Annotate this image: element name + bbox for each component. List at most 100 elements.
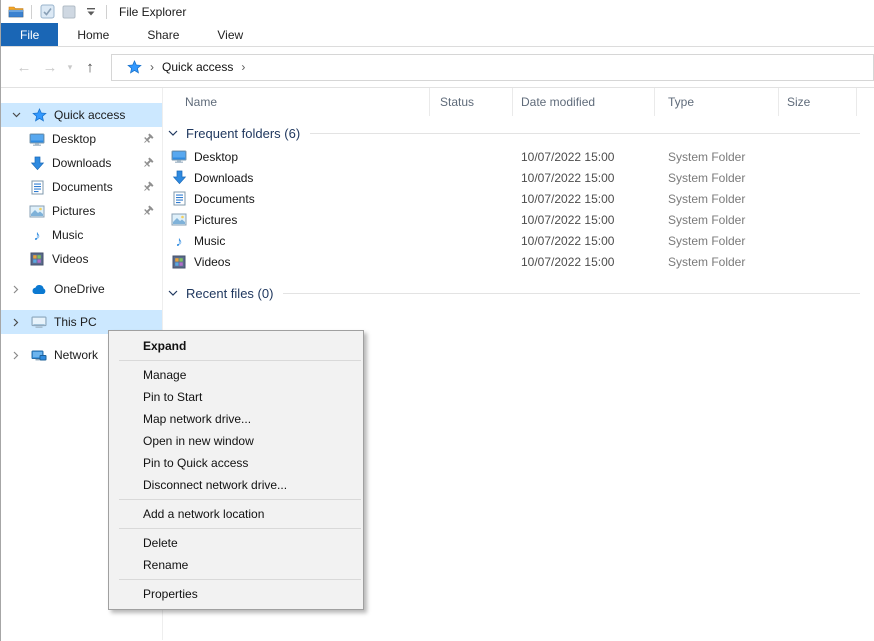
sidebar-item-videos[interactable]: Videos (1, 247, 162, 271)
chevron-down-icon[interactable] (168, 127, 180, 139)
qat-properties-icon[interactable] (38, 4, 56, 20)
sidebar-item-music[interactable]: ♪ Music (1, 223, 162, 247)
file-date-modified: 10/07/2022 15:00 (513, 192, 655, 206)
tab-home[interactable]: Home (58, 23, 128, 46)
menu-item-pin-to-quick-access[interactable]: Pin to Quick access (109, 452, 363, 474)
tab-view[interactable]: View (198, 23, 262, 46)
group-header-recent-files[interactable]: Recent files (0) (163, 280, 874, 306)
desktop-icon (171, 149, 187, 165)
up-button[interactable]: ↑ (77, 55, 103, 79)
group-header-frequent-folders[interactable]: Frequent folders (6) (163, 120, 874, 146)
file-type: System Folder (655, 255, 779, 269)
file-date-modified: 10/07/2022 15:00 (513, 171, 655, 185)
documents-icon (171, 191, 187, 207)
file-date-modified: 10/07/2022 15:00 (513, 213, 655, 227)
pictures-icon (29, 203, 45, 219)
file-name: Pictures (194, 213, 237, 227)
recent-locations-dropdown-icon[interactable]: ▾ (63, 55, 77, 79)
chevron-right-icon[interactable] (9, 351, 23, 360)
column-header-type[interactable]: Type (655, 88, 779, 116)
downloads-icon (171, 170, 187, 186)
sidebar-item-onedrive[interactable]: OneDrive (1, 277, 162, 301)
file-row-downloads[interactable]: Downloads 10/07/2022 15:00 System Folder (163, 167, 874, 188)
downloads-icon (29, 155, 45, 171)
forward-button[interactable]: → (37, 55, 63, 79)
chevron-right-icon[interactable] (9, 318, 23, 327)
sidebar-item-label: This PC (54, 315, 162, 329)
group-rule (283, 293, 860, 294)
file-row-videos[interactable]: Videos 10/07/2022 15:00 System Folder (163, 251, 874, 272)
sidebar-item-label: Videos (52, 252, 162, 266)
group-label: Frequent folders (6) (186, 126, 300, 141)
music-icon: ♪ (171, 233, 187, 249)
sidebar-item-downloads[interactable]: Downloads (1, 151, 162, 175)
file-row-pictures[interactable]: Pictures 10/07/2022 15:00 System Folder (163, 209, 874, 230)
sidebar-item-desktop[interactable]: Desktop (1, 127, 162, 151)
file-row-desktop[interactable]: Desktop 10/07/2022 15:00 System Folder (163, 146, 874, 167)
file-row-documents[interactable]: Documents 10/07/2022 15:00 System Folder (163, 188, 874, 209)
navigation-bar: ← → ▾ ↑ › Quick access › (1, 47, 874, 88)
sidebar-item-label: Desktop (52, 132, 140, 146)
file-type: System Folder (655, 171, 779, 185)
this-pc-icon (31, 314, 47, 330)
column-header-status[interactable]: Status (430, 88, 513, 116)
videos-icon (171, 254, 187, 270)
window-title: File Explorer (119, 5, 186, 19)
sidebar-item-label: Quick access (54, 108, 162, 122)
file-name: Documents (194, 192, 255, 206)
sidebar-item-label: Pictures (52, 204, 140, 218)
file-type: System Folder (655, 234, 779, 248)
menu-item-expand[interactable]: Expand (109, 335, 363, 357)
sidebar-item-label: OneDrive (54, 282, 162, 296)
menu-item-open-in-new-window[interactable]: Open in new window (109, 430, 363, 452)
pin-icon (140, 203, 156, 219)
menu-separator (119, 579, 361, 580)
menu-item-manage[interactable]: Manage (109, 364, 363, 386)
file-date-modified: 10/07/2022 15:00 (513, 150, 655, 164)
chevron-right-icon[interactable] (9, 285, 23, 294)
breadcrumb-chevron-icon[interactable]: › (142, 60, 162, 74)
tab-file[interactable]: File (1, 23, 58, 46)
menu-item-disconnect-network-drive[interactable]: Disconnect network drive... (109, 474, 363, 496)
videos-icon (29, 251, 45, 267)
column-header-date-modified[interactable]: Date modified (513, 88, 655, 116)
sidebar-item-quick-access[interactable]: Quick access (1, 103, 162, 127)
tab-share[interactable]: Share (128, 23, 198, 46)
menu-separator (119, 528, 361, 529)
context-menu-this-pc: Expand Manage Pin to Start Map network d… (108, 330, 364, 610)
column-header-size[interactable]: Size (779, 88, 857, 116)
sidebar-item-documents[interactable]: Documents (1, 175, 162, 199)
file-name: Videos (194, 255, 230, 269)
menu-item-add-a-network-location[interactable]: Add a network location (109, 503, 363, 525)
file-type: System Folder (655, 192, 779, 206)
breadcrumb-root[interactable]: Quick access (162, 60, 233, 74)
menu-item-properties[interactable]: Properties (109, 583, 363, 605)
chevron-down-icon[interactable] (9, 112, 23, 118)
column-headers: Name Status Date modified Type Size (163, 88, 874, 116)
quick-access-star-icon (31, 107, 47, 123)
menu-item-pin-to-start[interactable]: Pin to Start (109, 386, 363, 408)
chevron-down-icon[interactable] (168, 287, 180, 299)
music-icon: ♪ (29, 227, 45, 243)
sidebar-item-label: Downloads (52, 156, 140, 170)
back-button[interactable]: ← (11, 55, 37, 79)
pin-icon (140, 131, 156, 147)
sidebar-item-pictures[interactable]: Pictures (1, 199, 162, 223)
group-rule (310, 133, 860, 134)
menu-item-delete[interactable]: Delete (109, 532, 363, 554)
address-bar[interactable]: › Quick access › (111, 54, 874, 81)
group-label: Recent files (0) (186, 286, 273, 301)
quick-access-star-icon (126, 59, 142, 75)
file-explorer-window: File Explorer File Home Share View ← → ▾… (0, 0, 874, 641)
menu-item-map-network-drive[interactable]: Map network drive... (109, 408, 363, 430)
sidebar-item-label: Documents (52, 180, 140, 194)
sidebar-item-label: Music (52, 228, 162, 242)
file-name: Downloads (194, 171, 253, 185)
breadcrumb-chevron-icon[interactable]: › (233, 60, 253, 74)
file-row-music[interactable]: ♪ Music 10/07/2022 15:00 System Folder (163, 230, 874, 251)
menu-item-rename[interactable]: Rename (109, 554, 363, 576)
column-header-name[interactable]: Name (163, 88, 430, 116)
qat-newfolder-icon[interactable] (60, 4, 78, 20)
qat-customize-dropdown-icon[interactable] (82, 4, 100, 20)
file-name: Music (194, 234, 225, 248)
